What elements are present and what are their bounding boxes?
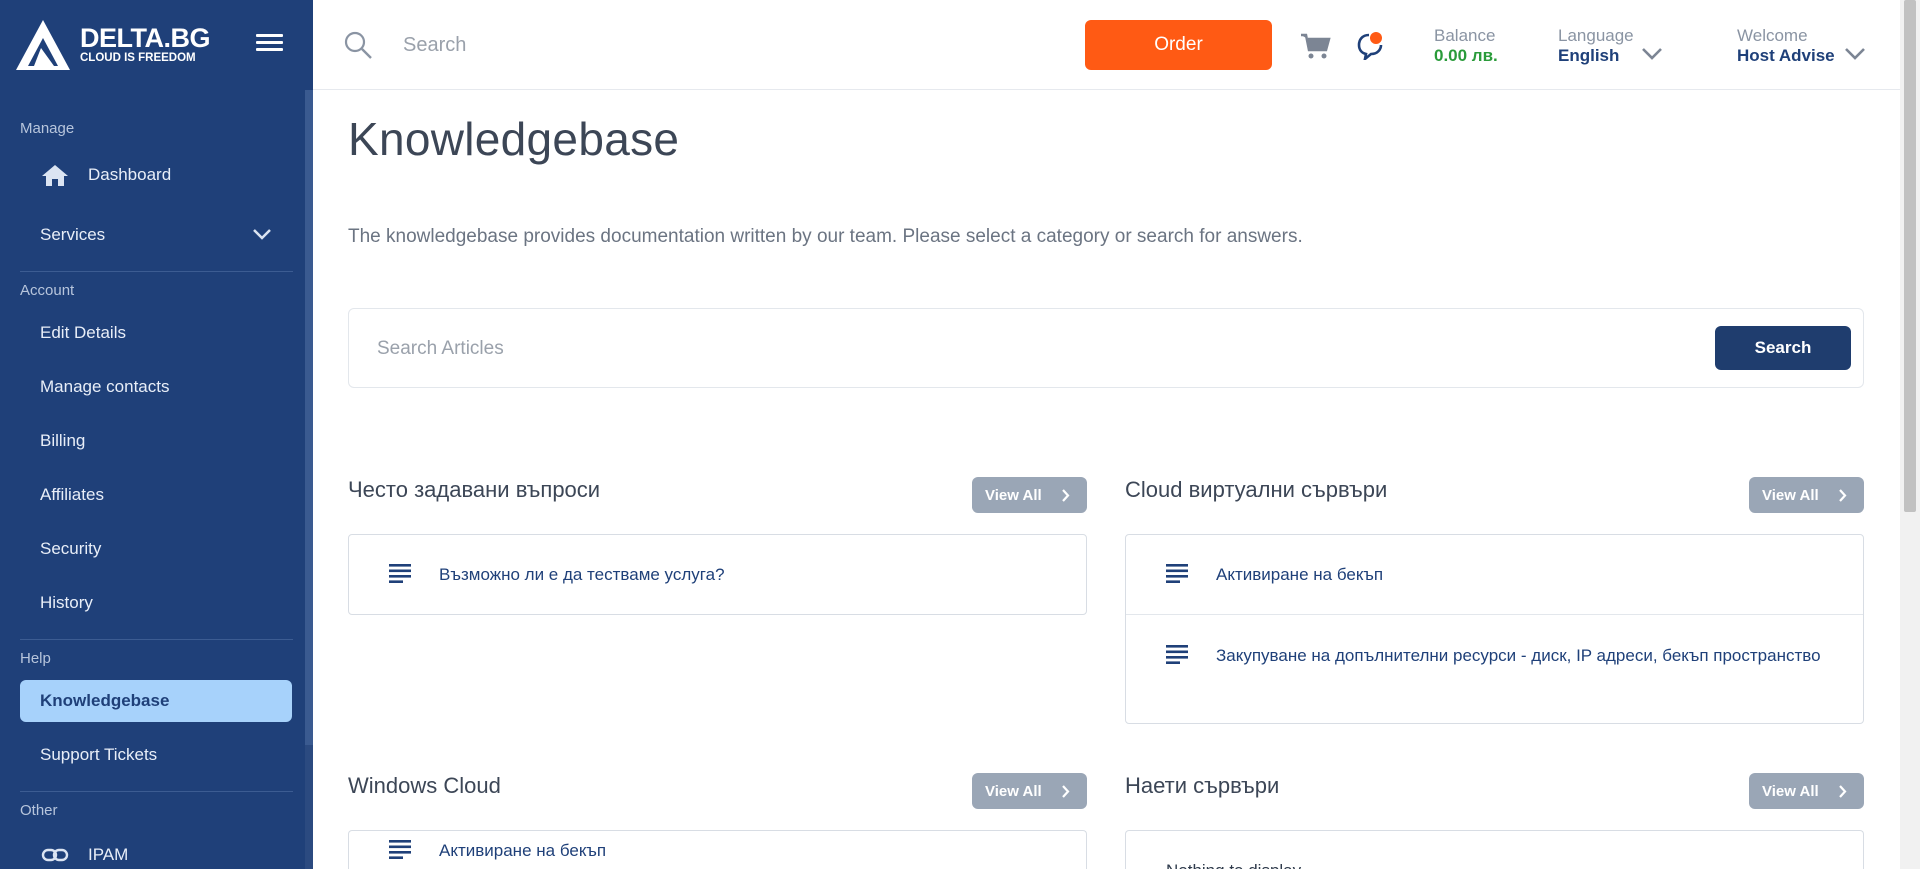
category-card: Nothing to display: [1125, 830, 1864, 869]
empty-text: Nothing to display: [1166, 861, 1301, 869]
language-selector[interactable]: Language English: [1558, 26, 1634, 66]
sidebar-item-label: Security: [40, 539, 102, 558]
sidebar-item-history[interactable]: History: [20, 582, 292, 624]
language-value: English: [1558, 46, 1620, 65]
article-title: Възможно ли е да тестваме услуга?: [439, 565, 725, 584]
category-title: Наети сървъри: [1125, 773, 1280, 798]
chat-notification-icon[interactable]: [1357, 30, 1385, 60]
sidebar-item-support-tickets[interactable]: Support Tickets: [20, 734, 292, 776]
menu-toggle-icon[interactable]: [256, 34, 283, 56]
section-label-account: Account: [20, 282, 75, 299]
view-all-label: View All: [1762, 782, 1819, 800]
sidebar-scrollbar-thumb[interactable]: [305, 90, 313, 745]
sidebar-item-label: Edit Details: [40, 323, 126, 342]
sidebar-item-label: Support Tickets: [40, 745, 158, 764]
article-title: Закупуване на допълнителни ресурси - дис…: [1216, 646, 1821, 665]
chevron-right-icon: [1839, 489, 1847, 502]
chevron-right-icon: [1839, 785, 1847, 798]
kb-search-button[interactable]: Search: [1715, 326, 1851, 370]
brand: DELTA.BG CLOUD IS FREEDOM: [0, 0, 313, 90]
user-name: Host Advise: [1737, 46, 1835, 65]
chevron-right-icon: [1062, 489, 1070, 502]
sidebar-item-label: Manage contacts: [40, 377, 170, 396]
view-all-button[interactable]: View All: [1749, 477, 1864, 513]
chevron-down-icon[interactable]: [1641, 47, 1663, 61]
sidebar-divider: [20, 791, 293, 792]
sidebar-item-label: Billing: [40, 431, 86, 450]
sidebar-item-label: Services: [40, 225, 106, 244]
chevron-down-icon: [253, 229, 271, 240]
page-intro: The knowledgebase provides documentation…: [348, 226, 1303, 247]
view-all-label: View All: [1762, 486, 1819, 504]
chevron-down-icon[interactable]: [1844, 47, 1866, 61]
brand-tagline: CLOUD IS FREEDOM: [80, 52, 196, 64]
balance-value: 0.00 лв.: [1434, 46, 1498, 65]
sidebar-item-label: History: [40, 593, 93, 612]
account-menu[interactable]: Welcome Host Advise: [1737, 26, 1835, 66]
empty-state: Nothing to display: [1126, 831, 1863, 869]
kb-search-box: Search: [348, 308, 1864, 388]
sidebar-item-label: Dashboard: [88, 165, 172, 184]
topbar: Order Balance 0.00 лв. Language English …: [313, 0, 1900, 90]
order-button[interactable]: Order: [1085, 20, 1272, 70]
article-link[interactable]: Възможно ли е да тестваме услуга?: [349, 535, 1086, 614]
welcome-label: Welcome: [1737, 26, 1808, 45]
page-title: Knowledgebase: [348, 113, 680, 165]
brand-name: DELTA.BG: [80, 23, 211, 53]
sidebar-item-label: Affiliates: [40, 485, 104, 504]
cart-icon[interactable]: [1300, 32, 1332, 60]
sidebar-item-security[interactable]: Security: [20, 528, 292, 570]
section-label-help: Help: [20, 650, 51, 667]
sidebar-divider: [20, 639, 293, 640]
view-all-button[interactable]: View All: [972, 477, 1087, 513]
sidebar-item-label: IPAM: [88, 845, 129, 864]
sidebar-divider: [20, 271, 293, 272]
link-icon: [40, 842, 70, 868]
view-all-button[interactable]: View All: [1749, 773, 1864, 809]
article-icon: [389, 840, 411, 859]
home-icon: [40, 162, 70, 188]
page-scrollbar[interactable]: [1900, 0, 1920, 869]
sidebar-item-affiliates[interactable]: Affiliates: [20, 474, 292, 516]
balance-block: Balance 0.00 лв.: [1434, 26, 1498, 66]
sidebar-item-label: Knowledgebase: [40, 691, 170, 710]
article-icon: [1166, 564, 1188, 583]
view-all-button[interactable]: View All: [972, 773, 1087, 809]
view-all-label: View All: [985, 782, 1042, 800]
view-all-label: View All: [985, 486, 1042, 504]
category-title: Често задавани въпроси: [348, 477, 601, 502]
sidebar-item-edit-details[interactable]: Edit Details: [20, 312, 292, 354]
sidebar-item-manage-contacts[interactable]: Manage contacts: [20, 366, 292, 408]
sidebar-item-knowledgebase[interactable]: Knowledgebase: [20, 680, 292, 722]
category-title: Cloud виртуални сървъри: [1125, 477, 1388, 502]
language-label: Language: [1558, 26, 1634, 45]
search-icon[interactable]: [343, 30, 373, 60]
balance-label: Balance: [1434, 26, 1496, 45]
delta-logo-icon[interactable]: [14, 18, 72, 72]
search-input[interactable]: [403, 30, 903, 60]
chevron-right-icon: [1062, 785, 1070, 798]
article-link[interactable]: Активиране на бекъп: [349, 831, 1086, 869]
category-title: Windows Cloud: [348, 773, 501, 798]
category-card: Активиране на бекъп: [348, 830, 1087, 869]
article-link[interactable]: Активиране на бекъп: [1126, 535, 1863, 614]
article-link[interactable]: Закупуване на допълнителни ресурси - дис…: [1126, 614, 1863, 723]
article-icon: [1166, 645, 1188, 664]
article-title: Активиране на бекъп: [1216, 565, 1384, 584]
category-card: Активиране на бекъп Закупуване на допълн…: [1125, 534, 1864, 724]
sidebar: DELTA.BG CLOUD IS FREEDOM Manage Dashboa…: [0, 0, 313, 869]
sidebar-item-billing[interactable]: Billing: [20, 420, 292, 462]
brand-text: DELTA.BG CLOUD IS FREEDOM: [80, 23, 211, 65]
sidebar-item-dashboard[interactable]: Dashboard: [20, 154, 292, 196]
page-scrollbar-thumb[interactable]: [1904, 0, 1916, 512]
section-label-manage: Manage: [20, 120, 75, 137]
sidebar-item-ipam[interactable]: IPAM: [20, 834, 292, 869]
sidebar-item-services[interactable]: Services: [20, 214, 292, 256]
category-card: Възможно ли е да тестваме услуга?: [348, 534, 1087, 615]
article-icon: [389, 564, 411, 583]
kb-search-input[interactable]: [377, 332, 1677, 366]
section-label-other: Other: [20, 802, 58, 819]
article-title: Активиране на бекъп: [439, 841, 607, 860]
